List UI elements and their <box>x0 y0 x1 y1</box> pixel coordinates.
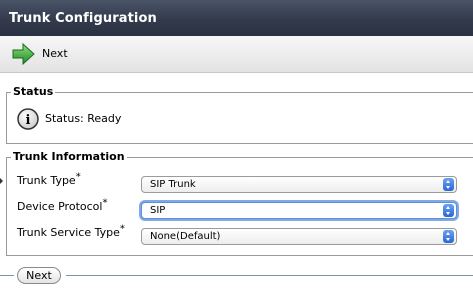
device-protocol-label: Device Protocol* <box>17 197 108 213</box>
status-legend: Status <box>11 85 56 98</box>
trunk-service-type-select[interactable]: None(Default) <box>141 228 457 245</box>
trunk-service-type-label: Trunk Service Type* <box>17 223 125 239</box>
trunk-information-legend: Trunk Information <box>11 150 127 163</box>
status-text: Status: Ready <box>45 112 122 125</box>
select-stepper-icon <box>443 204 454 217</box>
toolbar: Next <box>0 36 473 73</box>
trunk-type-select[interactable]: SIP Trunk <box>141 176 457 193</box>
trunk-service-type-value: None(Default) <box>150 231 221 242</box>
info-icon: i <box>17 108 39 130</box>
select-stepper-icon <box>443 178 454 191</box>
toolbar-next-link[interactable]: Next <box>42 47 68 60</box>
select-stepper-icon <box>443 230 454 243</box>
green-arrow-right-icon[interactable] <box>11 42 35 66</box>
device-protocol-select[interactable]: SIP <box>141 202 457 219</box>
divider <box>66 275 473 276</box>
edge-marker <box>0 178 3 184</box>
device-protocol-value: SIP <box>150 205 166 216</box>
trunk-type-value: SIP Trunk <box>150 179 196 190</box>
svg-text:i: i <box>26 113 31 128</box>
next-button[interactable]: Next <box>17 267 61 284</box>
status-section: Status i Status: Ready <box>6 85 473 144</box>
page-title: Trunk Configuration <box>0 0 473 36</box>
trunk-type-label: Trunk Type* <box>17 171 81 187</box>
divider <box>0 275 14 276</box>
trunk-information-section: Trunk Information Trunk Type* SIP Trunk … <box>6 150 473 256</box>
